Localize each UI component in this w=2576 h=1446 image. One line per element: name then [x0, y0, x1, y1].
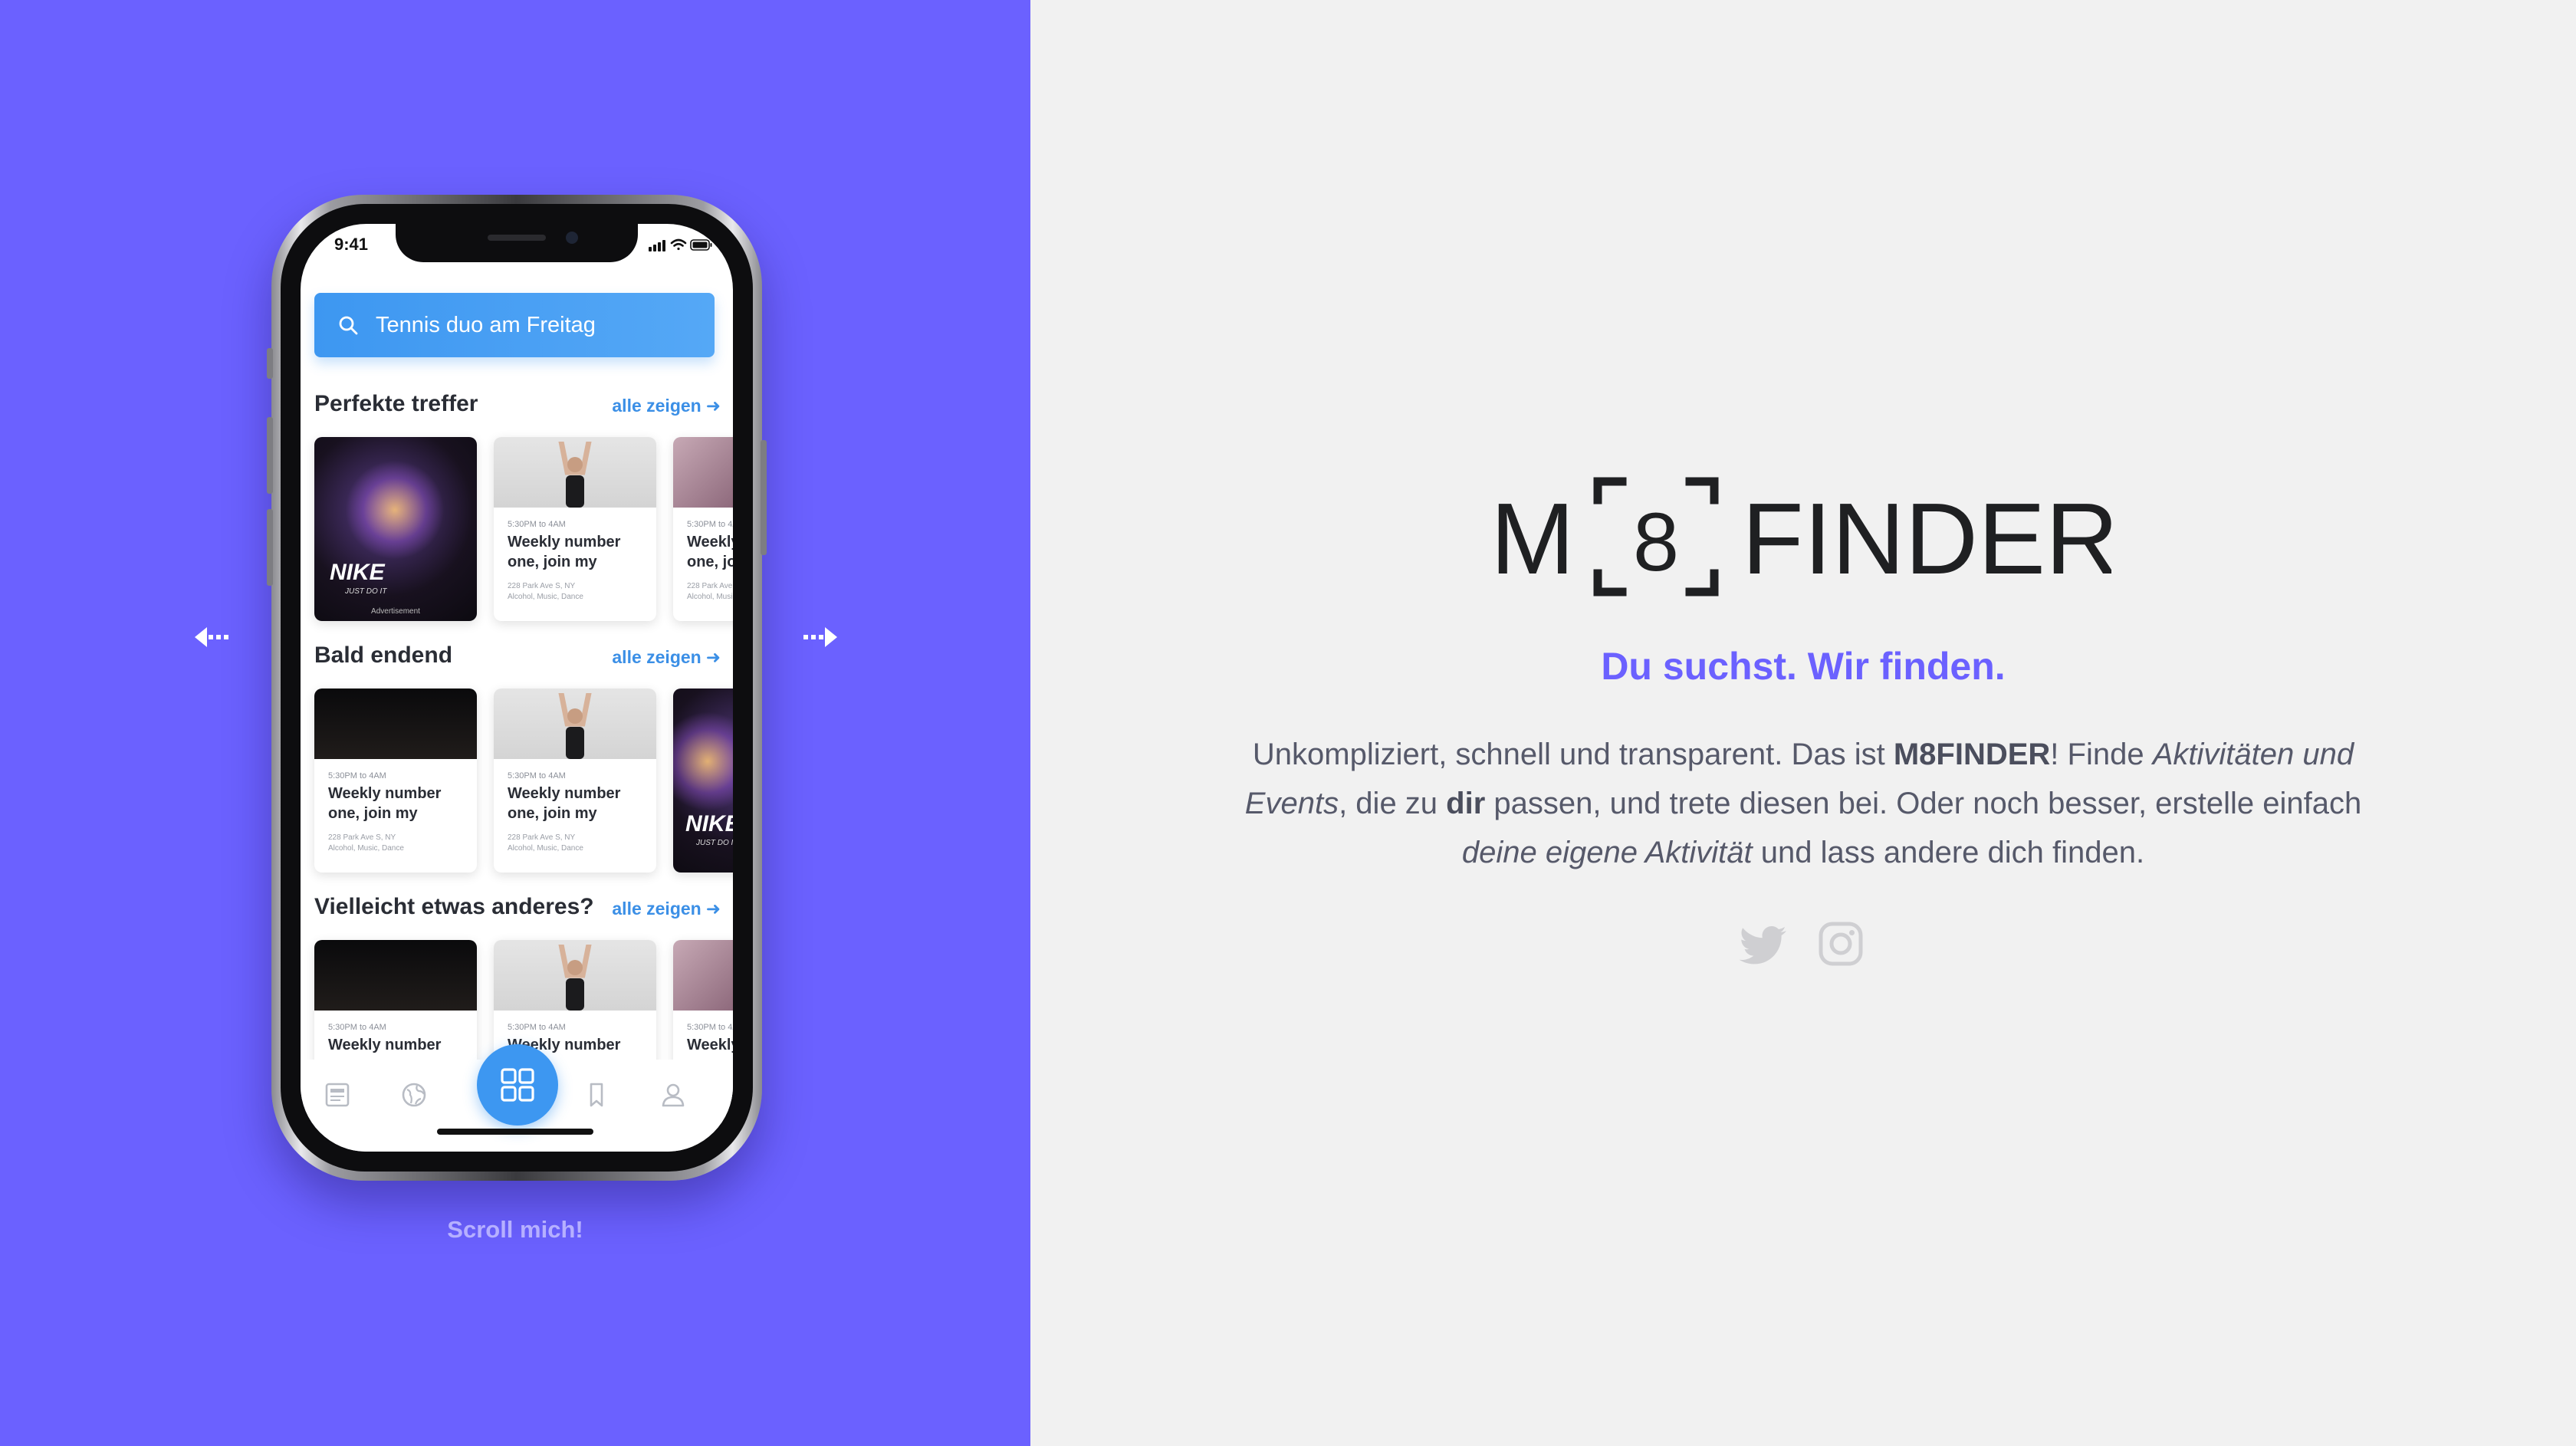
event-time: 5:30PM to 4AM — [328, 771, 386, 781]
show-all-label: alle zeigen — [612, 396, 702, 416]
phone-mockup: 9:41 Tennis duo am Freitag Perfekte tref… — [267, 195, 767, 1181]
list-icon[interactable] — [324, 1081, 351, 1109]
fitness-person-image — [558, 693, 592, 759]
event-time: 5:30PM to 4AM — [508, 520, 566, 529]
event-name: Weekly number one, join my — [508, 785, 621, 822]
event-time: 5:30PM to 4AM — [508, 771, 566, 781]
brand-name: M8FINDER — [1893, 738, 2051, 771]
event-time: 5:30PM to 4AM — [687, 1023, 733, 1032]
front-camera — [566, 232, 578, 244]
description: Unkompliziert, schnell und transparent. … — [1244, 738, 2362, 869]
ad-slogan: JUST DO IT — [696, 839, 733, 847]
globe-icon[interactable] — [400, 1081, 428, 1109]
logo-word-finder: FINDER — [1742, 482, 2111, 595]
logo-number-8: 8 — [1633, 495, 1679, 588]
ad-image — [345, 460, 445, 560]
scroll-left-arrow-icon[interactable] — [192, 623, 235, 652]
event-image — [494, 688, 656, 759]
power-button — [761, 440, 767, 555]
show-all-label: alle zeigen — [612, 899, 702, 919]
event-time: 5:30PM to 4AM — [508, 1023, 566, 1032]
signal-icon — [649, 240, 665, 251]
event-name: Weekly number — [687, 1037, 733, 1053]
silent-switch — [267, 348, 273, 379]
event-name: Weekly number — [328, 1037, 442, 1053]
ad-brand: NIKE — [685, 811, 733, 836]
event-name: Weekly number one, join my — [328, 785, 442, 822]
ad-image — [673, 711, 733, 811]
event-image — [494, 940, 656, 1011]
wifi-icon — [670, 238, 687, 251]
event-time: 5:30PM to 4AM — [328, 1023, 386, 1032]
phone-showcase-panel: 9:41 Tennis duo am Freitag Perfekte tref… — [0, 0, 1030, 1446]
tagline: Du suchst. Wir finden. — [1601, 645, 2006, 688]
show-all-link-perfect-matches[interactable]: alle zeigen ➜ — [612, 396, 721, 416]
grid-menu-button[interactable] — [477, 1044, 558, 1126]
ad-card-nike[interactable]: NIKE JUST DO IT — [673, 688, 733, 873]
show-all-link-ending-soon[interactable]: alle zeigen ➜ — [612, 647, 721, 668]
event-card[interactable]: 5:30PM to 4AM Weekly number one, join my… — [314, 688, 477, 873]
ad-card-nike[interactable]: NIKE JUST DO IT Advertisement — [314, 437, 477, 621]
event-address: 228 Park Ave S, NYAlcohol, Music, Dance — [687, 582, 733, 601]
instagram-icon[interactable] — [1817, 920, 1865, 968]
ad-slogan: JUST DO IT — [345, 587, 387, 596]
status-time: 9:41 — [334, 235, 369, 254]
event-name: Weekly number one, join my — [508, 534, 621, 570]
volume-down-button — [267, 509, 273, 586]
event-card[interactable]: 5:30PM to 4AM Weekly number one, join my… — [494, 437, 656, 621]
section-title-perfect-matches: Perfekte treffer — [314, 391, 478, 416]
arrow-right-icon: ➜ — [705, 396, 721, 416]
battery-icon — [690, 239, 712, 251]
event-image — [673, 940, 733, 1011]
event-address: 228 Park Ave S, NYAlcohol, Music, Dance — [508, 833, 583, 853]
ad-brand: NIKE — [330, 560, 385, 585]
logo-letter-m: M — [1490, 482, 1575, 595]
scroll-right-arrow-icon[interactable] — [797, 623, 840, 652]
fitness-person-image — [558, 442, 592, 508]
show-all-label: alle zeigen — [612, 647, 702, 667]
section-title-ending-soon: Bald endend — [314, 642, 453, 668]
event-image — [673, 437, 733, 508]
phone-screen[interactable]: 9:41 Tennis duo am Freitag Perfekte tref… — [301, 224, 733, 1152]
event-card[interactable]: 5:30PM to 4AM Weekly number one, join my… — [494, 688, 656, 873]
event-time: 5:30PM to 4AM — [687, 520, 733, 529]
event-image — [314, 940, 477, 1011]
event-address: 228 Park Ave S, NYAlcohol, Music, Dance — [328, 833, 404, 853]
volume-up-button — [267, 417, 273, 494]
search-placeholder: Tennis duo am Freitag — [376, 313, 596, 337]
twitter-icon[interactable] — [1739, 920, 1786, 968]
show-all-link-something-else[interactable]: alle zeigen ➜ — [612, 899, 721, 919]
arrow-right-icon: ➜ — [705, 647, 721, 667]
scroll-hint: Scroll mich! — [447, 1216, 583, 1243]
event-address: 228 Park Ave S, NYAlcohol, Music, Dance — [508, 582, 583, 601]
bookmark-icon[interactable] — [583, 1081, 610, 1109]
ad-label: Advertisement — [371, 607, 420, 616]
speaker-grille — [488, 235, 546, 241]
status-icons — [649, 238, 712, 251]
arrow-right-icon: ➜ — [705, 899, 721, 919]
search-icon — [339, 316, 358, 335]
user-icon[interactable] — [659, 1081, 687, 1109]
phone-notch — [396, 224, 638, 262]
event-name: Weekly number one, join my — [687, 534, 733, 570]
fitness-person-image — [558, 945, 592, 1011]
info-panel: M 8 FINDER Du suchst. Wir finden. Unkomp… — [1030, 0, 2576, 1446]
section-title-something-else: Vielleicht etwas anderes? — [314, 894, 594, 919]
search-bar[interactable]: Tennis duo am Freitag — [314, 293, 715, 357]
home-indicator — [437, 1129, 593, 1135]
grid-icon — [501, 1068, 534, 1102]
m8finder-logo: M 8 FINDER — [1490, 477, 2111, 596]
event-image — [314, 688, 477, 759]
event-card[interactable]: 5:30PM to 4AM Weekly number one, join my… — [673, 437, 733, 621]
event-image — [494, 437, 656, 508]
